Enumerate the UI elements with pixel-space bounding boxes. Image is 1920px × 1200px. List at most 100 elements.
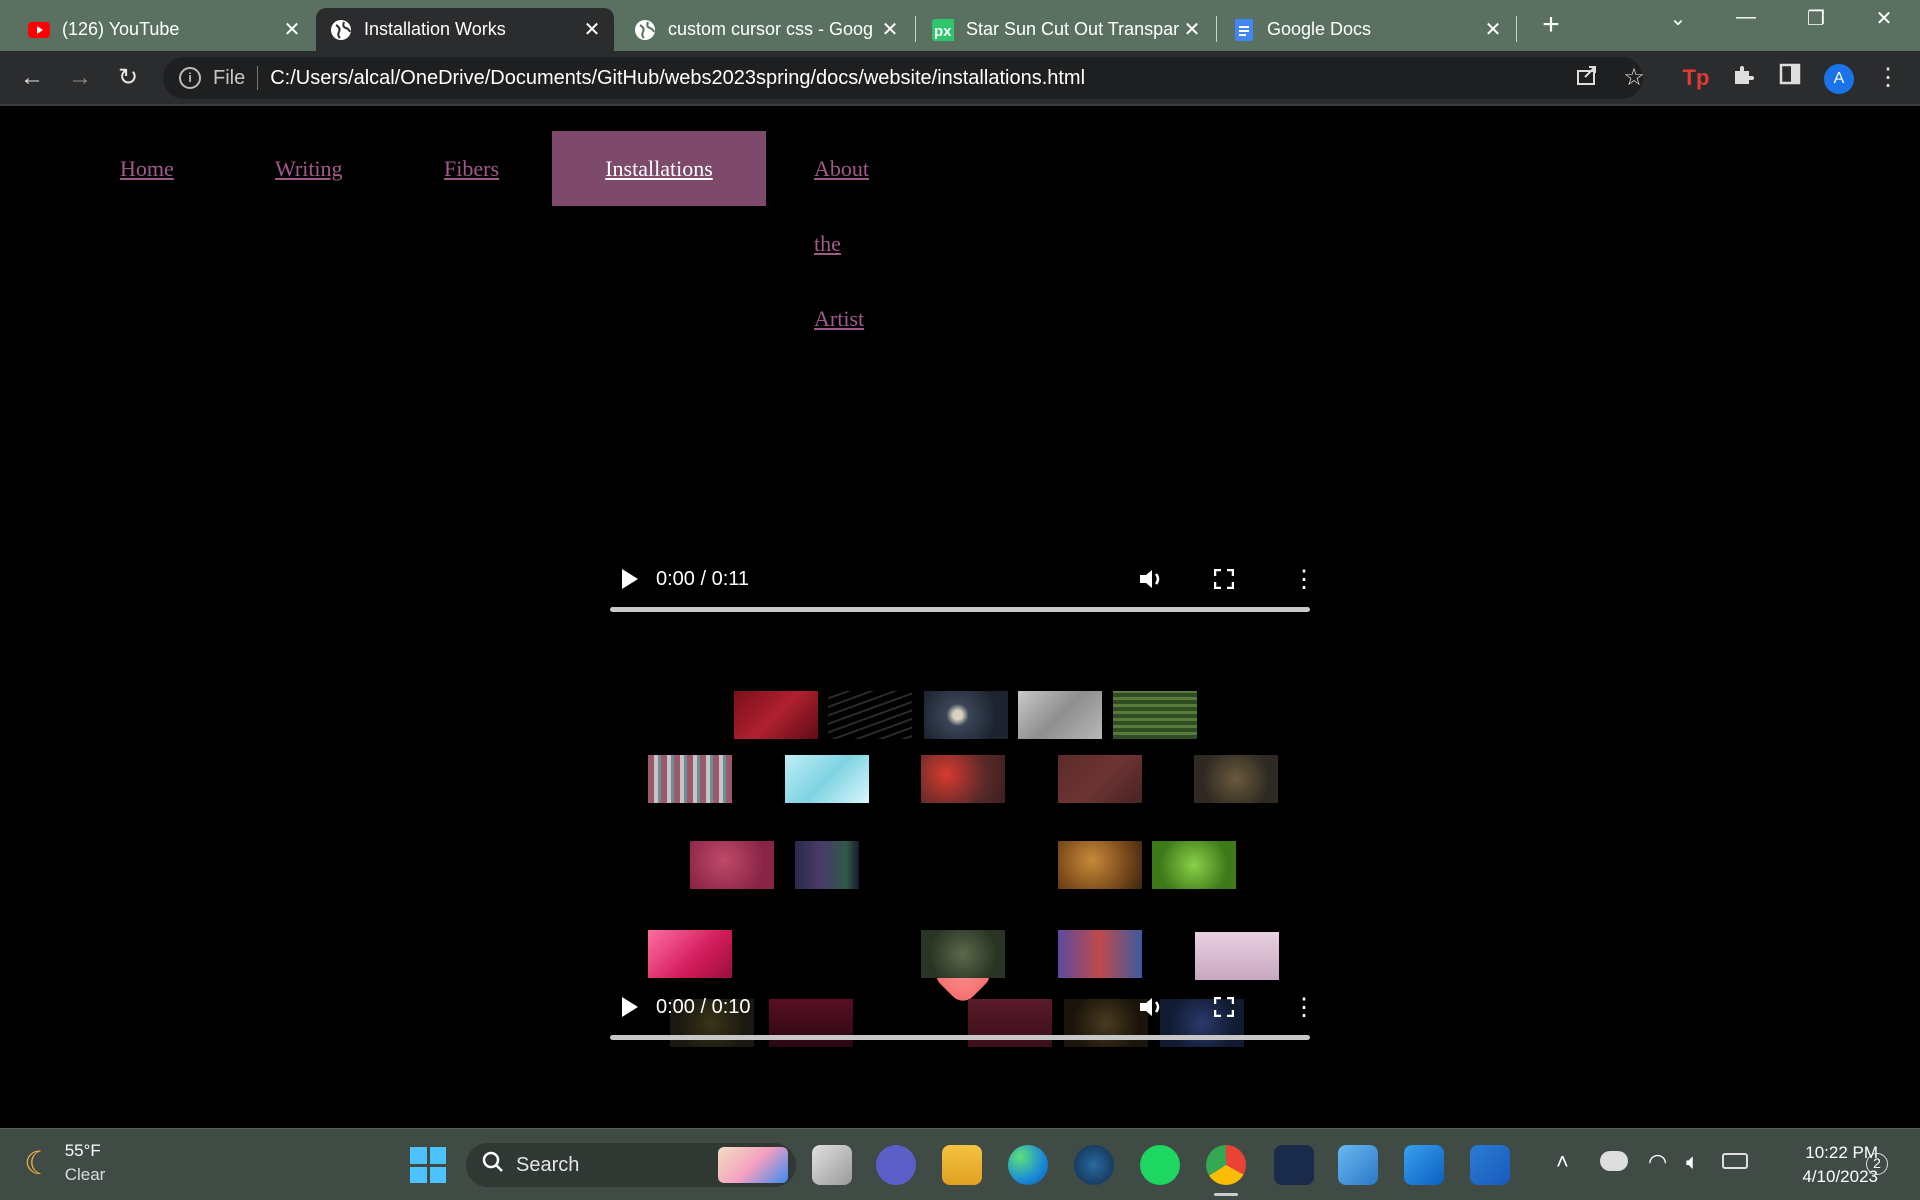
svg-text:px: px (934, 23, 952, 40)
thumbnail[interactable] (648, 755, 732, 803)
nav-link-about[interactable]: About the Artist (766, 131, 917, 331)
thumbnail[interactable] (924, 691, 1008, 739)
tab-youtube[interactable]: (126) YouTube ✕ (14, 8, 314, 51)
url-text[interactable]: C:/Users/alcal/OneDrive/Documents/GitHub… (270, 67, 1085, 90)
search-icon (482, 1151, 504, 1179)
back-arrow-icon[interactable]: ← (16, 63, 48, 95)
globe-icon (330, 19, 352, 41)
thumbnail[interactable] (1058, 841, 1142, 889)
search-highlight-icon (718, 1147, 788, 1183)
video-time: 0:00 / 0:11 (656, 567, 750, 590)
tab-search-chevron-icon[interactable]: ⌄ (1658, 6, 1698, 31)
close-icon[interactable]: ✕ (580, 17, 604, 42)
video-more-icon[interactable]: ⋮ (1292, 985, 1316, 1029)
battery-icon[interactable] (1722, 1153, 1748, 1169)
thumbnail[interactable] (648, 930, 732, 978)
thumbnail[interactable] (1058, 930, 1142, 978)
tab-custom-cursor[interactable]: custom cursor css - Goog ✕ (620, 8, 912, 51)
thumbnail[interactable] (1194, 755, 1278, 803)
thumbnail[interactable] (795, 841, 859, 889)
forward-arrow-icon[interactable]: → (64, 63, 96, 95)
file-explorer-icon[interactable] (942, 1145, 982, 1185)
play-icon[interactable] (612, 557, 648, 601)
video-progress-bar[interactable] (610, 607, 1310, 612)
windows-taskbar: ☾ 55°F Clear Search ˄ ◠ 🔈︎ 10:22 PM 4/10… (0, 1128, 1920, 1200)
close-window-icon[interactable]: ✕ (1864, 6, 1904, 31)
video-player-1[interactable]: 0:00 / 0:11 ⋮ (608, 557, 1316, 617)
restore-icon[interactable]: ❐ (1796, 6, 1836, 31)
thumbnail[interactable] (785, 755, 869, 803)
nav-link-fibers[interactable]: Fibers (396, 131, 547, 206)
page-content: Home Writing Fibers Installations About … (0, 107, 1920, 1127)
edge-icon[interactable] (1008, 1145, 1048, 1185)
tab-star-sun[interactable]: px Star Sun Cut Out Transpar ✕ (918, 8, 1214, 51)
vscode-icon[interactable] (1404, 1145, 1444, 1185)
thumbnail[interactable] (921, 930, 1005, 978)
thumbnail[interactable] (690, 841, 774, 889)
extension-tp-icon[interactable]: Tp (1680, 63, 1712, 95)
thumbnail[interactable] (734, 691, 818, 739)
close-icon[interactable]: ✕ (878, 17, 902, 42)
bookmark-star-icon[interactable]: ☆ (1618, 63, 1650, 95)
weather-widget[interactable]: ☾ 55°F Clear (24, 1139, 105, 1187)
profile-avatar[interactable]: A (1824, 64, 1854, 94)
thumbnail[interactable] (1113, 691, 1197, 739)
share-icon[interactable] (1571, 63, 1603, 95)
thumbnail[interactable] (828, 691, 912, 739)
globe-icon (634, 19, 656, 41)
clock-time: 10:22 PM (1805, 1143, 1878, 1162)
wifi-icon[interactable]: ◠ (1648, 1149, 1667, 1175)
menu-kebab-icon[interactable]: ⋮ (1872, 63, 1904, 95)
waveform-app-icon[interactable] (1274, 1145, 1314, 1185)
url-divider (257, 66, 259, 90)
task-view-icon[interactable] (812, 1145, 852, 1185)
speaker-icon[interactable]: 🔈︎ (1686, 1149, 1699, 1175)
word-icon[interactable] (1470, 1145, 1510, 1185)
video-more-icon[interactable]: ⋮ (1292, 557, 1316, 601)
photos-icon[interactable] (1338, 1145, 1378, 1185)
volume-icon[interactable] (1138, 557, 1164, 601)
search-placeholder: Search (516, 1153, 580, 1176)
thumbnail[interactable] (921, 755, 1005, 803)
onedrive-icon[interactable] (1600, 1151, 1628, 1171)
play-icon[interactable] (612, 985, 648, 1029)
close-icon[interactable]: ✕ (280, 17, 304, 42)
fullscreen-icon[interactable] (1214, 557, 1234, 601)
url-scheme: File (213, 66, 246, 89)
notification-badge[interactable]: 2 (1866, 1153, 1888, 1175)
address-bar[interactable]: i File C:/Users/alcal/OneDrive/Documents… (163, 57, 1643, 99)
thumbnail[interactable] (1152, 841, 1236, 889)
close-icon[interactable]: ✕ (1180, 17, 1204, 42)
info-icon[interactable]: i (179, 67, 201, 89)
moon-icon: ☾ (24, 1145, 53, 1181)
chrome-icon[interactable] (1206, 1145, 1246, 1185)
nav-link-writing[interactable]: Writing (227, 131, 391, 206)
spotify-icon[interactable] (1140, 1145, 1180, 1185)
tab-installation-works[interactable]: Installation Works ✕ (316, 8, 614, 51)
tab-title: Installation Works (364, 19, 506, 39)
volume-icon[interactable] (1138, 985, 1164, 1029)
video-player-2[interactable]: 0:00 / 0:10 ⋮ (608, 985, 1316, 1045)
minimize-icon[interactable]: — (1726, 6, 1766, 29)
thumbnail[interactable] (1058, 755, 1142, 803)
system-clock[interactable]: 10:22 PM 4/10/2023 (1768, 1141, 1878, 1189)
extensions-puzzle-icon[interactable] (1727, 63, 1759, 95)
tab-google-docs[interactable]: Google Docs ✕ (1219, 8, 1515, 51)
side-panel-icon[interactable] (1774, 63, 1806, 95)
close-icon[interactable]: ✕ (1481, 17, 1505, 42)
teams-chat-icon[interactable] (876, 1145, 916, 1185)
chevron-up-icon[interactable]: ˄ (1556, 1149, 1569, 1175)
steam-icon[interactable] (1074, 1145, 1114, 1185)
nav-link-home[interactable]: Home (72, 131, 222, 206)
fullscreen-icon[interactable] (1214, 985, 1234, 1029)
reload-icon[interactable]: ↻ (112, 63, 144, 95)
nav-link-installations[interactable]: Installations (552, 131, 766, 206)
windows-start-icon[interactable] (410, 1147, 446, 1183)
pixabay-icon: px (932, 18, 954, 41)
clock-date: 4/10/2023 (1802, 1167, 1878, 1186)
new-tab-button[interactable]: + (1533, 8, 1569, 44)
taskbar-search[interactable]: Search (466, 1143, 796, 1187)
thumbnail[interactable] (1018, 691, 1102, 739)
video-progress-bar[interactable] (610, 1035, 1310, 1040)
thumbnail[interactable] (1195, 932, 1279, 980)
